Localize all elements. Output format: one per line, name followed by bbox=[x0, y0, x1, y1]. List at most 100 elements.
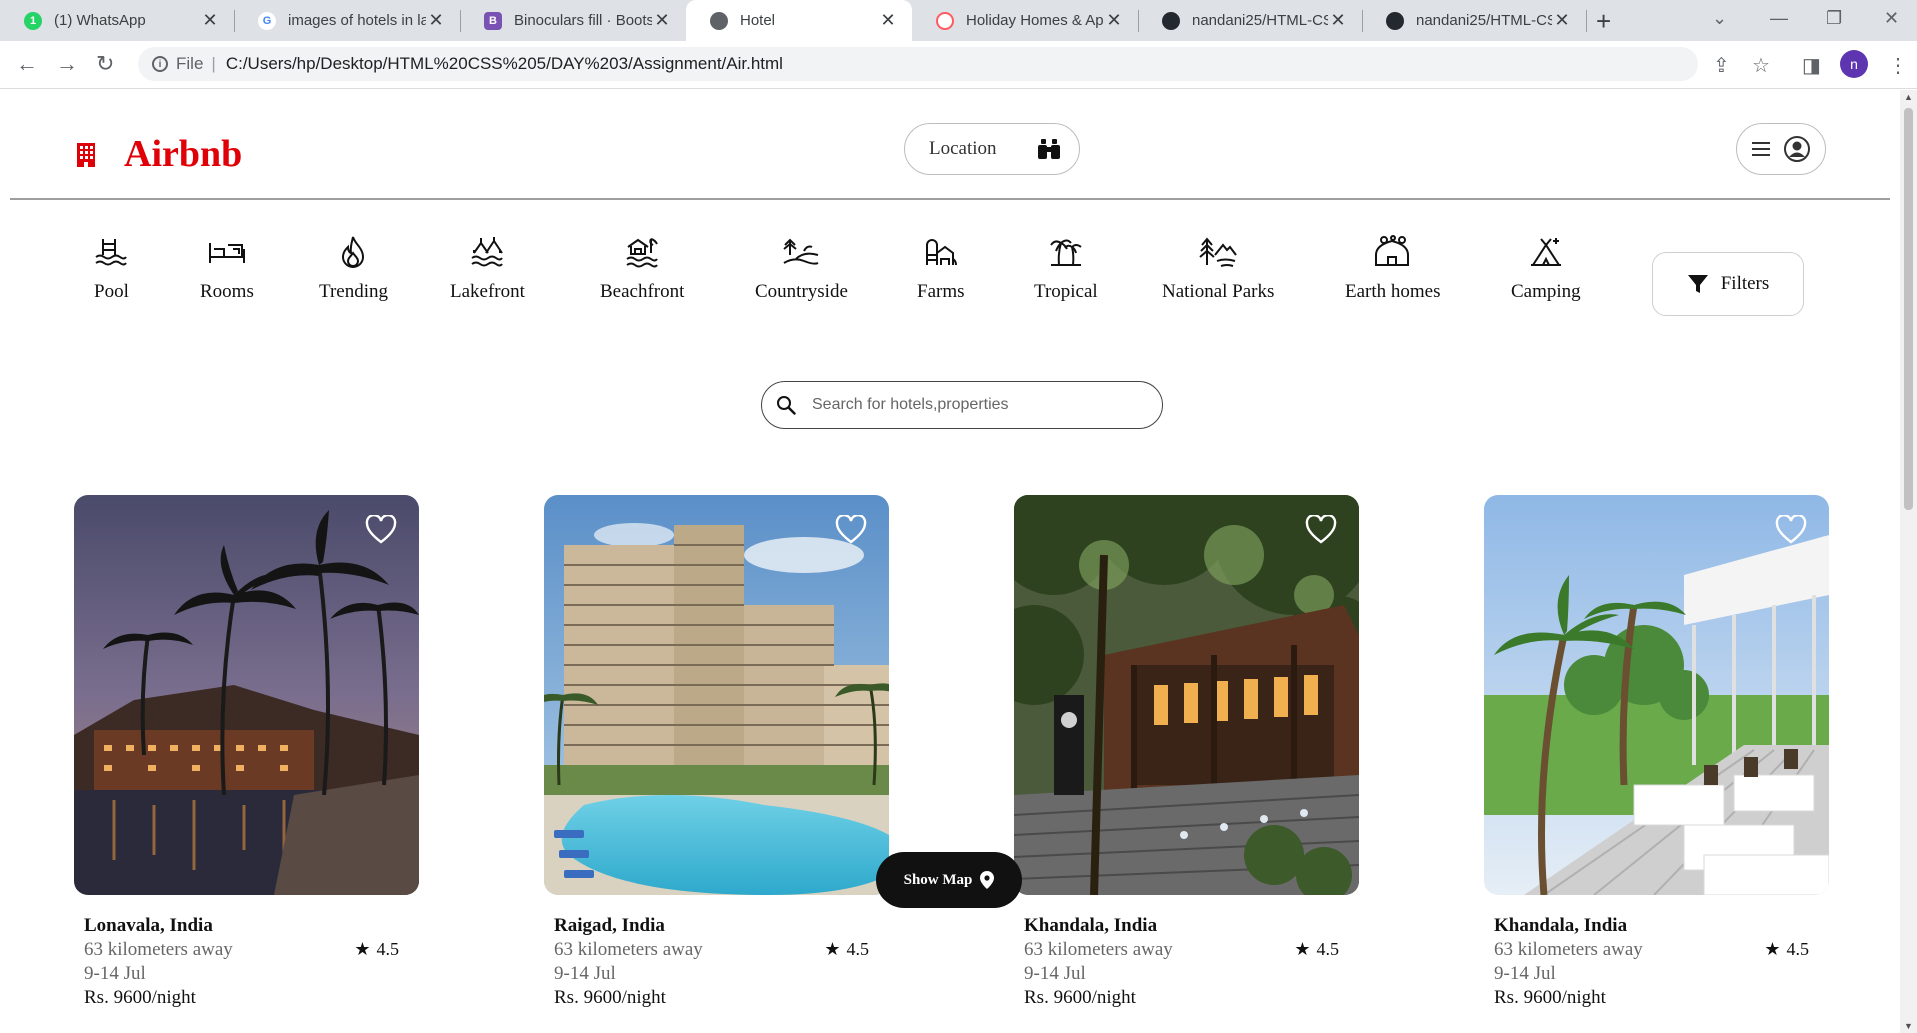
category-pool[interactable]: Pool bbox=[94, 235, 129, 303]
window-close-icon[interactable]: ✕ bbox=[1884, 8, 1899, 29]
forward-arrow-icon[interactable]: → bbox=[56, 51, 78, 77]
user-menu-button[interactable] bbox=[1736, 123, 1826, 175]
tab-title: images of hotels in lar bbox=[288, 12, 426, 29]
brand-name: Airbnb bbox=[124, 133, 243, 175]
category-national-parks[interactable]: National Parks bbox=[1162, 235, 1274, 303]
restore-icon[interactable]: ❐ bbox=[1826, 8, 1842, 29]
browser-tab-active[interactable]: Hotel ✕ bbox=[686, 0, 912, 41]
show-map-button[interactable]: Show Map bbox=[876, 852, 1022, 908]
tab-divider bbox=[1586, 10, 1587, 32]
fire-icon bbox=[342, 236, 365, 268]
listing-dates: 9-14 Jul bbox=[84, 963, 146, 984]
farms-icon bbox=[925, 239, 957, 266]
location-button[interactable]: Location bbox=[904, 123, 1080, 175]
listing-card[interactable]: Khandala, India 63 kilometers away 9-14 … bbox=[1484, 495, 1829, 1009]
listing-rating: ★ 4.5 bbox=[354, 939, 399, 960]
listing-card[interactable]: Khandala, India 63 kilometers away 9-14 … bbox=[1014, 495, 1359, 1009]
minimize-icon[interactable]: — bbox=[1770, 8, 1788, 29]
beachfront-icon bbox=[626, 238, 659, 268]
listing-photo[interactable] bbox=[1484, 495, 1829, 895]
hamburger-icon bbox=[1752, 142, 1770, 156]
share-icon[interactable]: ⇪ bbox=[1713, 53, 1730, 78]
reload-icon[interactable]: ↻ bbox=[96, 51, 114, 77]
listing-city: Khandala, India bbox=[1024, 915, 1158, 936]
listing-dates: 9-14 Jul bbox=[1024, 963, 1086, 984]
funnel-icon bbox=[1687, 275, 1708, 293]
listing-card[interactable]: Raigad, India 63 kilometers away 9-14 Ju… bbox=[544, 495, 889, 1009]
info-icon[interactable]: i bbox=[152, 56, 168, 72]
category-camping[interactable]: Camping bbox=[1511, 235, 1581, 303]
listing-rating: ★ 4.5 bbox=[824, 939, 869, 960]
page-scrollbar[interactable]: ▲ ▼ bbox=[1900, 90, 1917, 1033]
browser-tab[interactable]: nandani25/HTML-CSS ✕ bbox=[1138, 0, 1362, 41]
bootstrap-favicon-icon: B bbox=[484, 11, 502, 30]
tab-close-icon[interactable]: ✕ bbox=[878, 10, 898, 31]
rating-value: 4.5 bbox=[1786, 939, 1810, 959]
tab-close-icon[interactable]: ✕ bbox=[1328, 10, 1348, 31]
listing-photo[interactable] bbox=[544, 495, 889, 895]
category-earth-homes[interactable]: Earth homes bbox=[1345, 235, 1441, 303]
rooms-icon bbox=[208, 243, 245, 263]
category-lakefront[interactable]: Lakefront bbox=[450, 235, 525, 303]
browser-tab-strip: 1 (1) WhatsApp ✕ G images of hotels in l… bbox=[0, 0, 1917, 41]
tab-close-icon[interactable]: ✕ bbox=[1552, 10, 1572, 31]
tab-title: Hotel bbox=[740, 12, 776, 29]
listing-card[interactable]: Lonavala, India 63 kilometers away 9-14 … bbox=[74, 495, 419, 1009]
search-input[interactable] bbox=[812, 396, 1132, 414]
bookmark-star-icon[interactable]: ☆ bbox=[1752, 53, 1770, 78]
back-arrow-icon[interactable]: ← bbox=[16, 51, 38, 77]
listing-photo[interactable] bbox=[1014, 495, 1359, 895]
category-label: National Parks bbox=[1162, 281, 1275, 302]
category-rooms[interactable]: Rooms bbox=[200, 235, 254, 303]
tab-close-icon[interactable]: ✕ bbox=[200, 10, 220, 31]
category-tropical[interactable]: Tropical bbox=[1034, 235, 1098, 303]
category-trending[interactable]: Trending bbox=[319, 235, 388, 303]
listing-dates: 9-14 Jul bbox=[554, 963, 616, 984]
heart-icon[interactable] bbox=[1775, 515, 1807, 545]
category-label: Farms bbox=[917, 281, 965, 302]
listing-city: Khandala, India bbox=[1494, 915, 1628, 936]
profile-avatar[interactable]: n bbox=[1840, 50, 1868, 78]
omnibox[interactable]: i File | C:/Users/hp/Desktop/HTML%20CSS%… bbox=[138, 47, 1698, 81]
scroll-up-arrow-icon[interactable]: ▲ bbox=[1904, 92, 1913, 102]
rating-value: 4.5 bbox=[376, 939, 400, 959]
building-icon bbox=[77, 143, 95, 167]
tab-close-icon[interactable]: ✕ bbox=[652, 10, 672, 31]
scrollbar-thumb[interactable] bbox=[1904, 108, 1913, 510]
page-viewport: Airbnb Location Pool Rooms Trending Lake… bbox=[0, 90, 1900, 1033]
browser-tab[interactable]: B Binoculars fill · Bootstr ✕ bbox=[460, 0, 686, 41]
heart-icon[interactable] bbox=[365, 515, 397, 545]
github-favicon-icon bbox=[1162, 11, 1180, 30]
listing-photo[interactable] bbox=[74, 495, 419, 895]
search-bar[interactable] bbox=[761, 381, 1163, 429]
lakefront-icon bbox=[471, 237, 504, 267]
filters-button[interactable]: Filters bbox=[1652, 252, 1804, 316]
tropical-resort-night-image bbox=[74, 495, 419, 895]
heart-icon[interactable] bbox=[835, 515, 867, 545]
kebab-menu-icon[interactable]: ⋮ bbox=[1888, 53, 1908, 78]
category-countryside[interactable]: Countryside bbox=[755, 235, 848, 303]
star-icon: ★ bbox=[1294, 939, 1311, 959]
browser-tab[interactable]: 1 (1) WhatsApp ✕ bbox=[0, 0, 234, 41]
heart-icon[interactable] bbox=[1305, 515, 1337, 545]
side-panel-icon[interactable]: ◨ bbox=[1802, 53, 1821, 78]
new-tab-plus-icon[interactable]: + bbox=[1596, 6, 1611, 37]
google-favicon-icon: G bbox=[258, 11, 276, 30]
category-farms[interactable]: Farms bbox=[917, 235, 965, 303]
rating-value: 4.5 bbox=[1316, 939, 1340, 959]
brand-logo[interactable]: Airbnb bbox=[76, 132, 242, 176]
tab-search-chevron-icon[interactable]: ⌄ bbox=[1712, 8, 1727, 29]
browser-tab[interactable]: G images of hotels in lar ✕ bbox=[234, 0, 460, 41]
listing-price: Rs. 9600/night bbox=[554, 987, 666, 1008]
category-label: Beachfront bbox=[600, 281, 685, 302]
url-text[interactable]: C:/Users/hp/Desktop/HTML%20CSS%205/DAY%2… bbox=[226, 54, 783, 74]
scroll-down-arrow-icon[interactable]: ▼ bbox=[1904, 1021, 1913, 1031]
tab-close-icon[interactable]: ✕ bbox=[426, 10, 446, 31]
tab-close-icon[interactable]: ✕ bbox=[1104, 10, 1124, 31]
category-beachfront[interactable]: Beachfront bbox=[600, 235, 684, 303]
browser-tab[interactable]: nandani25/HTML-CSS ✕ bbox=[1362, 0, 1586, 41]
category-label: Trending bbox=[319, 281, 388, 302]
category-label: Countryside bbox=[755, 281, 848, 302]
beach-lounge-palms-image bbox=[1484, 495, 1829, 895]
browser-tab[interactable]: Holiday Homes & Apa ✕ bbox=[912, 0, 1138, 41]
